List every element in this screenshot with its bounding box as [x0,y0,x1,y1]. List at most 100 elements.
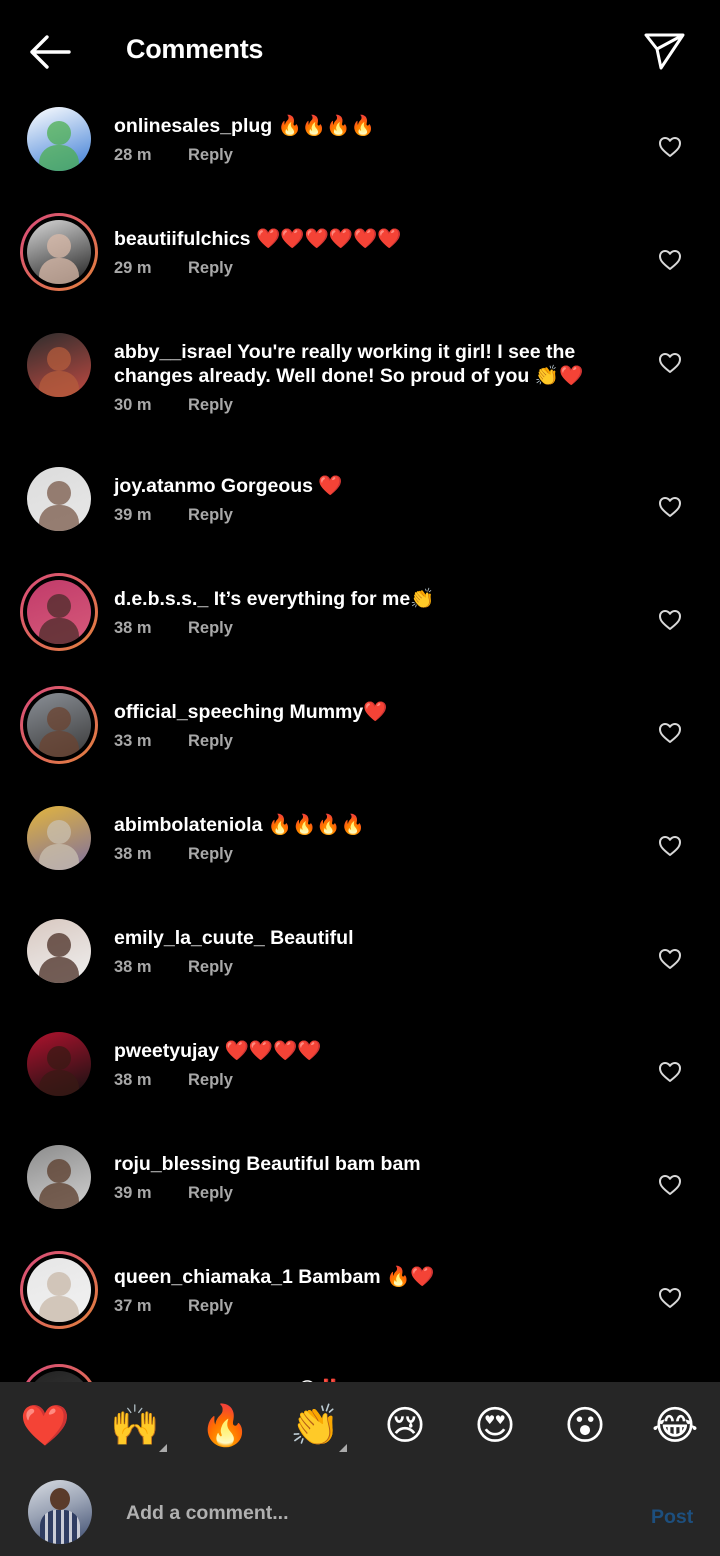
like-button[interactable] [656,1285,684,1311]
avatar-container[interactable] [20,912,98,990]
post-button[interactable]: Post [651,1506,693,1529]
comment-text: joy.atanmo Gorgeous ❤️ [114,474,644,498]
avatar-story-ring[interactable] [20,213,98,291]
comment-timestamp: 38 m [114,845,152,863]
reply-button[interactable]: Reply [188,732,233,751]
like-button[interactable] [656,494,684,520]
emoji-crying-face-button[interactable]: 😢 [377,1400,433,1452]
avatar [27,1145,91,1209]
comment-username[interactable]: d.e.b.s.s._ [114,588,208,610]
reply-button[interactable]: Reply [188,619,233,638]
emoji-surprised-face-button[interactable]: 😮 [557,1400,613,1452]
avatar-story-ring[interactable] [20,686,98,764]
share-button[interactable] [640,28,688,74]
comment-username[interactable]: roju_blessing [114,1153,241,1175]
comment-text: beautiifulchics ❤️❤️❤️❤️❤️❤️ [114,227,644,251]
like-button[interactable] [656,1059,684,1085]
avatar-story-ring[interactable] [20,1364,98,1382]
avatar-story-ring[interactable] [20,1251,98,1329]
avatar [27,467,91,531]
comment-row: beautiifulchics ❤️❤️❤️❤️❤️❤️ 29 m Reply [0,213,720,326]
like-button[interactable] [656,350,684,376]
avatar [27,693,91,757]
comment-text: emily_la_cuute_ Beautiful [114,926,644,950]
comment-row: pweetyujay ❤️❤️❤️❤️ 38 m Reply [0,1025,720,1138]
comment-text: pweetyujay ❤️❤️❤️❤️ [114,1039,644,1063]
comment-username[interactable]: queen_chiamaka_1 [114,1266,293,1288]
emoji-raising-hands-button[interactable]: 🙌 [107,1400,167,1452]
heart-outline-icon [659,723,681,743]
comment-username[interactable]: emily_la_cuute_ [114,927,265,949]
header-bar: Comments [0,0,720,100]
reply-button[interactable]: Reply [188,845,233,864]
comment-username[interactable]: official_speeching [114,701,284,723]
avatar [27,1371,91,1382]
comment-row: zala_intimates BAM😍‼️ [0,1364,720,1382]
comment-row: onlinesales_plug 🔥🔥🔥🔥 28 m Reply [0,100,720,213]
comment-text: roju_blessing Beautiful bam bam [114,1152,644,1176]
comment-timestamp: 37 m [114,1297,152,1315]
comment-timestamp: 39 m [114,1184,152,1202]
heart-outline-icon [659,137,681,157]
heart-outline-icon [659,610,681,630]
comment-message: 🔥🔥🔥🔥 [262,814,365,836]
like-button[interactable] [656,833,684,859]
like-button[interactable] [656,607,684,633]
emoji-clapping-hands-button[interactable]: 👏 [287,1400,347,1452]
reply-button[interactable]: Reply [188,396,233,415]
avatar-container[interactable] [20,799,98,877]
avatar-container[interactable] [20,100,98,178]
avatar [27,107,91,171]
comment-username[interactable]: joy.atanmo [114,475,216,497]
avatar-container[interactable] [20,1025,98,1103]
comment-timestamp: 28 m [114,146,152,164]
reply-button[interactable]: Reply [188,1297,233,1316]
comment-username[interactable]: onlinesales_plug [114,115,272,137]
emoji-tears-of-joy-button[interactable]: 😂 [647,1400,703,1452]
comment-text: abby__israel You're really working it gi… [114,340,644,388]
heart-outline-icon [659,836,681,856]
comment-list[interactable]: onlinesales_plug 🔥🔥🔥🔥 28 m Reply beautiiful… [0,90,720,1382]
avatar-container[interactable] [20,460,98,538]
avatar-container[interactable] [20,326,98,404]
reply-button[interactable]: Reply [188,146,233,165]
comment-timestamp: 38 m [114,619,152,637]
like-button[interactable] [656,720,684,746]
comment-row: abby__israel You're really working it gi… [0,326,720,439]
comment-username[interactable]: beautiifulchics [114,228,251,250]
paper-plane-icon [644,33,685,70]
comment-text: abimbolateniola 🔥🔥🔥🔥 [114,813,644,837]
reply-button[interactable]: Reply [188,506,233,525]
comment-message: Mummy❤️ [284,701,388,723]
comment-message: ❤️❤️❤️❤️❤️❤️ [250,228,402,250]
comment-username[interactable]: abby__israel [114,341,232,363]
avatar-story-ring[interactable] [20,573,98,651]
like-button[interactable] [656,1172,684,1198]
heart-outline-icon [659,250,681,270]
comment-message: 🔥🔥🔥🔥 [272,115,375,137]
like-button[interactable] [656,946,684,972]
like-button[interactable] [656,134,684,160]
comment-username[interactable]: abimbolateniola [114,814,262,836]
emoji-fire-button[interactable]: 🔥 [197,1400,253,1452]
reply-button[interactable]: Reply [188,1071,233,1090]
avatar [27,919,91,983]
avatar-container[interactable] [20,1138,98,1216]
comment-row: official_speeching Mummy❤️ 33 m Reply [0,686,720,799]
reply-button[interactable]: Reply [188,958,233,977]
emoji-heart-button[interactable]: ❤️ [17,1400,73,1452]
comment-username[interactable]: pweetyujay [114,1040,219,1062]
like-button[interactable] [656,247,684,273]
reply-button[interactable]: Reply [188,259,233,278]
comment-row: d.e.b.s.s._ It’s everything for me👏 38 m R… [0,573,720,686]
reply-button[interactable]: Reply [188,1184,233,1203]
comment-composer: Post [0,1472,720,1556]
comment-input[interactable] [126,1498,626,1528]
emoji-heart-eyes-button[interactable]: 😍 [467,1400,523,1452]
comment-text: onlinesales_plug 🔥🔥🔥🔥 [114,114,644,138]
heart-outline-icon [659,497,681,517]
heart-outline-icon [659,949,681,969]
comment-row: abimbolateniola 🔥🔥🔥🔥 38 m Reply [0,799,720,912]
comment-timestamp: 30 m [114,396,152,414]
back-button[interactable] [24,30,74,74]
